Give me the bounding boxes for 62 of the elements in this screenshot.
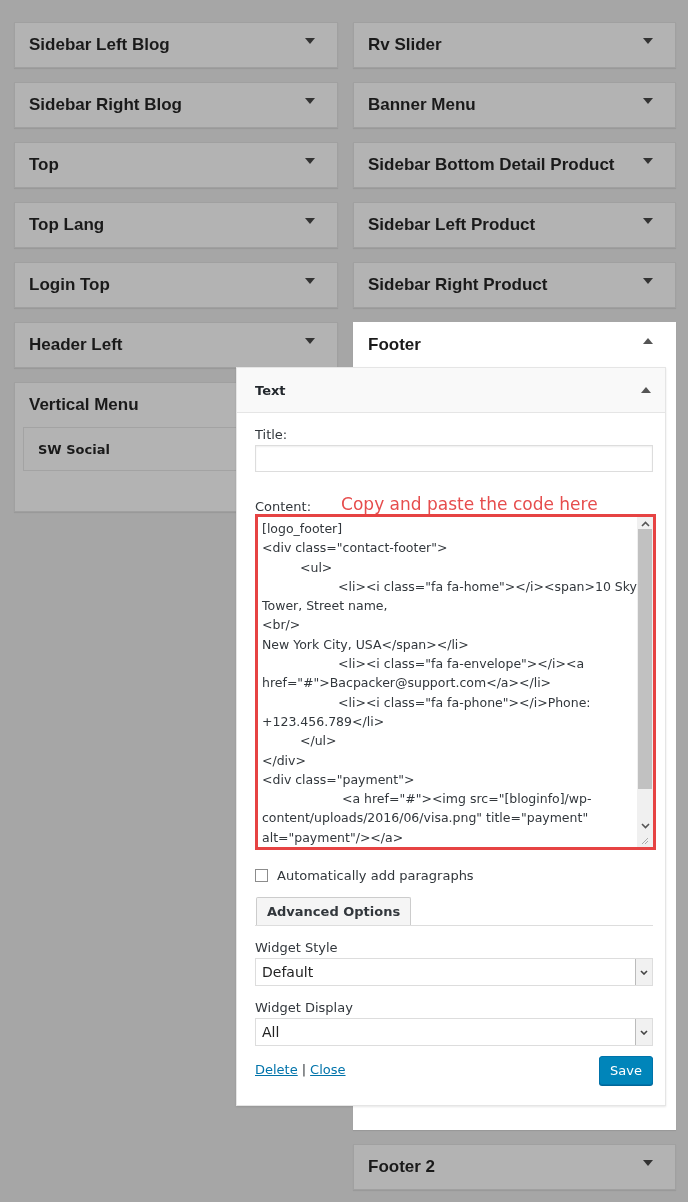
sidebar-bar[interactable]: Rv Slider	[353, 22, 676, 68]
field-label: Widget Style	[255, 940, 339, 955]
sidebar-title: Sidebar Left Product	[368, 215, 536, 235]
expand-arrow-icon[interactable]	[305, 38, 315, 44]
collapse-arrow-icon[interactable]	[643, 338, 653, 344]
sidebar-bar[interactable]: Top Lang	[14, 202, 338, 248]
scroll-up-icon[interactable]	[640, 521, 650, 527]
expand-arrow-icon[interactable]	[643, 278, 653, 284]
expand-arrow-icon[interactable]	[643, 158, 653, 164]
collapse-arrow-icon[interactable]	[641, 387, 651, 393]
sidebar-bar[interactable]: Sidebar Right Blog	[14, 82, 338, 128]
sidebar-title: Sidebar Right Blog	[29, 95, 182, 115]
sidebar-title: Sidebar Left Blog	[29, 35, 170, 55]
field-label: Widget Display	[255, 1000, 354, 1015]
sidebar-bar[interactable]: Sidebar Bottom Detail Product	[353, 142, 676, 188]
sidebar-bar[interactable]: Sidebar Left Blog	[14, 22, 338, 68]
action-link[interactable]: Close	[310, 1062, 346, 1077]
expand-arrow-icon[interactable]	[643, 1160, 653, 1166]
sidebar-bar[interactable]: Footer 2	[353, 1144, 676, 1190]
sidebar-bar[interactable]: Login Top	[14, 262, 338, 308]
widget-title: Text	[255, 382, 286, 398]
advanced-options-button[interactable]: Advanced Options	[256, 897, 412, 925]
sidebar-title: Banner Menu	[368, 95, 476, 115]
annotation-text: Copy and paste the code here	[341, 494, 598, 514]
sidebar-title: Footer 2	[368, 1157, 436, 1177]
expand-arrow-icon[interactable]	[643, 38, 653, 44]
scrollbar[interactable]	[637, 517, 653, 847]
scroll-down-icon[interactable]	[640, 823, 650, 829]
expand-arrow-icon[interactable]	[643, 218, 653, 224]
scroll-thumb[interactable]	[638, 529, 652, 789]
select-field[interactable]: Default	[255, 958, 653, 986]
expand-arrow-icon[interactable]	[305, 98, 315, 104]
sidebar-title: Login Top	[29, 275, 110, 295]
sidebar-title: Sidebar Bottom Detail Product	[368, 155, 615, 175]
sidebar-title: Top	[29, 155, 59, 175]
link-separator: |	[301, 1062, 307, 1077]
select-field[interactable]: All	[255, 1018, 653, 1046]
sidebar-title: Vertical Menu	[29, 395, 139, 415]
sidebar-title: Rv Slider	[368, 35, 442, 55]
title-input[interactable]	[255, 445, 653, 472]
expand-arrow-icon[interactable]	[305, 278, 315, 284]
expand-arrow-icon[interactable]	[305, 158, 315, 164]
resize-grip-icon[interactable]	[641, 837, 649, 845]
sidebar-title: Top Lang	[29, 215, 105, 235]
sidebar-title: Sidebar Right Product	[368, 275, 548, 295]
expand-arrow-icon[interactable]	[643, 98, 653, 104]
sidebar-bar[interactable]: Top	[14, 142, 338, 188]
content-field[interactable]: [logo_footer] <div class="contact-footer"> <ul> <li><i class="fa fa-home"></i><span>10 Sky Tower, Street name, <br/> New York City, USA</span></li> <li><i class="fa fa-envelope"></i><a href="#">Bacpacker@support.com</a></li> <li><i class="fa fa-phone"></i>Phone: +123.456.789</li> </ul> </div> <div class="payment"> <a href="#"><img src="[bloginfo]/wp- content/uploads/2016/06/visa.png" title="payment" alt="payment"/></a>	[255, 514, 656, 850]
expand-arrow-icon[interactable]	[305, 218, 315, 224]
field-label: Title:	[255, 427, 289, 442]
field-label: Content:	[255, 499, 312, 514]
save-button[interactable]: Save	[599, 1056, 653, 1085]
sidebar-bar[interactable]: Header Left	[14, 322, 338, 368]
expand-arrow-icon[interactable]	[305, 338, 315, 344]
action-link[interactable]: Delete	[255, 1062, 298, 1077]
sidebar-bar[interactable]: Banner Menu	[353, 82, 676, 128]
checkbox[interactable]	[255, 869, 268, 882]
checkbox-label[interactable]: Automatically add paragraphs	[277, 868, 474, 883]
sidebar-bar[interactable]: Sidebar Left Product	[353, 202, 676, 248]
sidebar-title: Header Left	[29, 335, 123, 355]
sidebar-title: Footer	[368, 335, 421, 355]
sidebar-bar[interactable]: Sidebar Right Product	[353, 262, 676, 308]
